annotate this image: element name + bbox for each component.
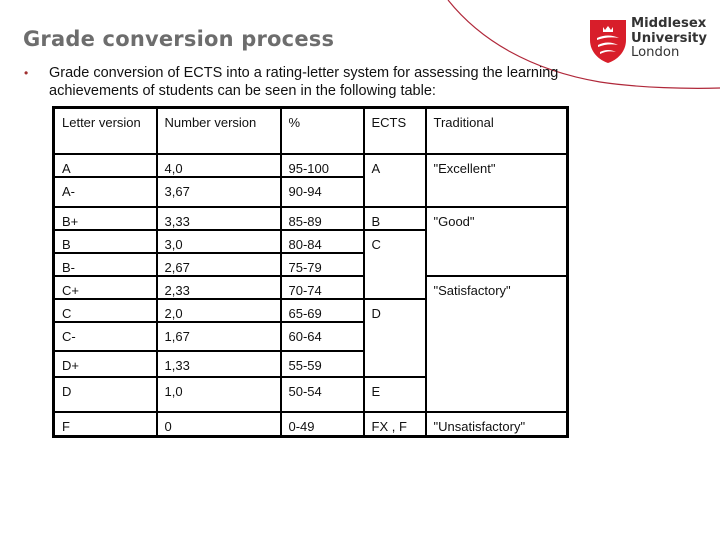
cell-number: 1,33 — [155, 349, 282, 378]
cell-percent: 65-69 — [279, 297, 365, 323]
cell-letter: B — [52, 228, 158, 254]
cell-percent: 95-100 — [279, 152, 365, 178]
header-percent: % — [279, 106, 365, 155]
cell-ects: C — [362, 228, 427, 300]
header-ects: ECTS — [362, 106, 427, 155]
cell-ects: A — [362, 152, 427, 208]
header-traditional: Traditional — [424, 106, 569, 155]
table-row: F 0 0-49 FX , F "Unsatisfactory" — [52, 410, 569, 438]
logo-wordmark: Middlesex University London — [631, 16, 707, 61]
bullet-icon: • — [24, 66, 29, 80]
cell-number: 0 — [155, 410, 282, 438]
cell-number: 2,67 — [155, 251, 282, 277]
page-title: Grade conversion process — [23, 27, 335, 51]
cell-letter: D — [52, 375, 158, 413]
cell-letter: C+ — [52, 274, 158, 300]
cell-ects: FX , F — [362, 410, 427, 438]
table-header-row: Letter version Number version % ECTS Tra… — [52, 106, 569, 155]
cell-percent: 90-94 — [279, 175, 365, 208]
cell-number: 2,33 — [155, 274, 282, 300]
table-row: A 4,0 95-100 A "Excellent" — [52, 152, 569, 208]
cell-letter: A- — [52, 175, 158, 208]
cell-percent: 80-84 — [279, 228, 365, 254]
table-row: B+ 3,33 85-89 B "Good" — [52, 205, 569, 277]
cell-letter: C — [52, 297, 158, 323]
cell-letter: B+ — [52, 205, 158, 231]
logo-line-2: University — [631, 30, 707, 46]
cell-number: 1,67 — [155, 320, 282, 352]
table-row: C+ 2,33 70-74 "Satisfactory" — [52, 274, 569, 413]
cell-number: 3,0 — [155, 228, 282, 254]
cell-percent: 85-89 — [279, 205, 365, 231]
university-logo: Middlesex University London — [589, 16, 707, 64]
cell-traditional: "Unsatisfactory" — [424, 410, 569, 438]
cell-ects: E — [362, 375, 427, 413]
cell-percent: 60-64 — [279, 320, 365, 352]
cell-traditional: "Excellent" — [424, 152, 569, 208]
logo-line-1: Middlesex — [631, 16, 707, 31]
cell-traditional: "Good" — [424, 205, 569, 277]
cell-ects: B — [362, 205, 427, 231]
cell-number: 2,0 — [155, 297, 282, 323]
header-number-version: Number version — [155, 106, 282, 155]
cell-number: 3,67 — [155, 175, 282, 208]
logo-line-3: London — [631, 45, 680, 60]
cell-number: 4,0 — [155, 152, 282, 178]
cell-ects: D — [362, 297, 427, 378]
cell-number: 1,0 — [155, 375, 282, 413]
cell-letter: C- — [52, 320, 158, 352]
cell-percent: 0-49 — [279, 410, 365, 438]
cell-traditional: "Satisfactory" — [424, 274, 569, 413]
bullet-text: Grade conversion of ECTS into a rating-l… — [49, 65, 559, 99]
cell-number: 3,33 — [155, 205, 282, 231]
cell-percent: 50-54 — [279, 375, 365, 413]
cell-percent: 75-79 — [279, 251, 365, 277]
cell-percent: 70-74 — [279, 274, 365, 300]
cell-letter: D+ — [52, 349, 158, 378]
cell-letter: F — [52, 410, 158, 438]
cell-percent: 55-59 — [279, 349, 365, 378]
header-letter-version: Letter version — [52, 106, 158, 155]
shield-crest-icon — [590, 20, 626, 63]
cell-letter: B- — [52, 251, 158, 277]
grade-conversion-table: Letter version Number version % ECTS Tra… — [52, 106, 569, 438]
cell-letter: A — [52, 152, 158, 178]
